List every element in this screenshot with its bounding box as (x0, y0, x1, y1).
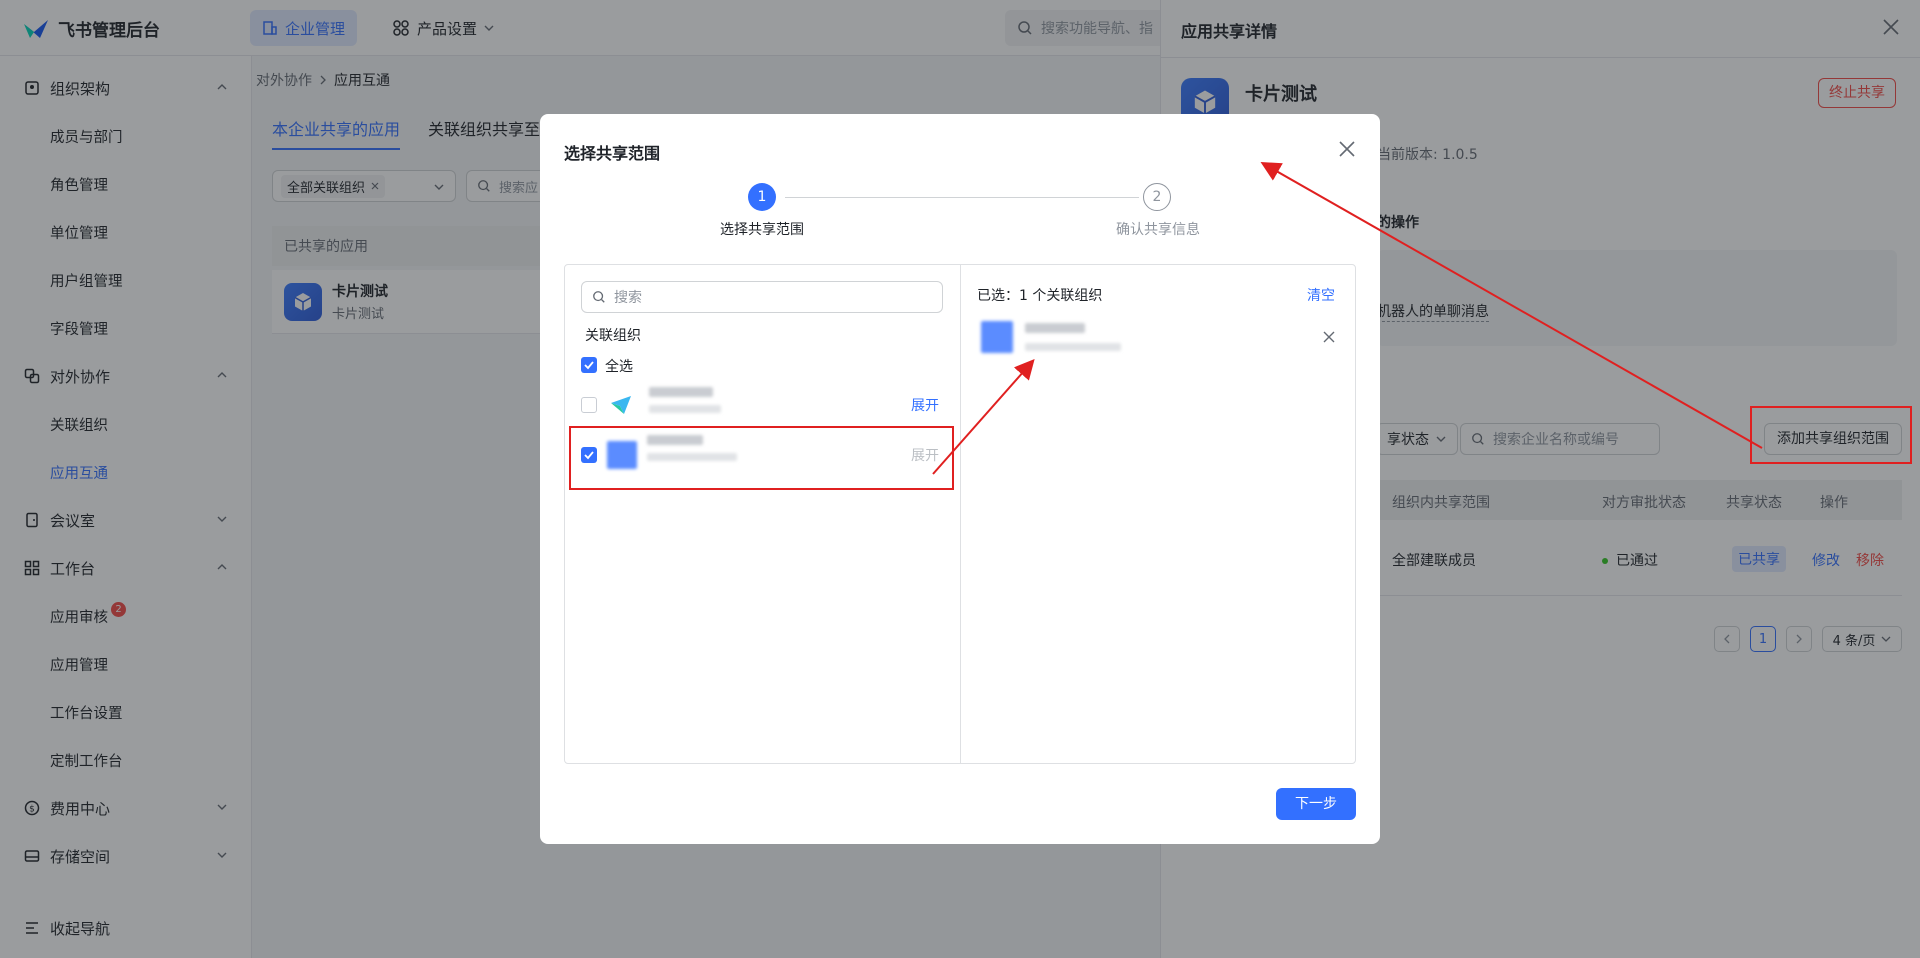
annotation-arrow (1260, 162, 1763, 449)
annotation-arrows (932, 162, 1763, 475)
annotation-arrow (932, 359, 1035, 475)
